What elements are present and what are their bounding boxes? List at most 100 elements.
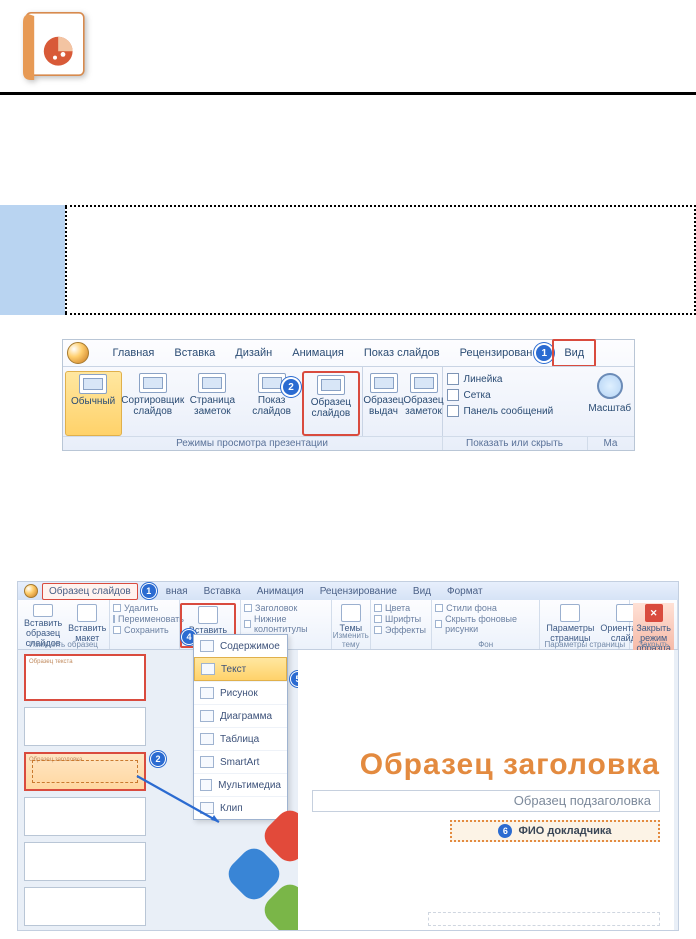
checkbox-icon (435, 620, 442, 628)
group-title-theme: Изменить тему (332, 631, 370, 649)
tab-review[interactable]: Рецензирование (314, 584, 403, 599)
btn-normal-view[interactable]: Обычный (65, 371, 122, 436)
placeholder-icon (198, 606, 218, 624)
slide-icon (79, 374, 107, 394)
thumbnail-master[interactable]: Образец текста (24, 654, 146, 701)
slide-subtitle-placeholder[interactable]: Образец подзаголовка (312, 790, 660, 812)
slideshow-icon (258, 373, 286, 393)
checkbox-icon (447, 373, 459, 385)
opt-bg-styles[interactable]: Стили фона (435, 603, 536, 613)
tab-slide-master[interactable]: Образец слайдов (42, 583, 138, 600)
dropdown-item-text[interactable]: Текст (194, 657, 287, 681)
tab-format[interactable]: Формат (441, 584, 489, 599)
group-edit-master: Вставить образец слайдов Вставить макет … (18, 600, 110, 649)
btn-themes[interactable]: Темы (335, 603, 367, 634)
page-header (0, 0, 696, 95)
group-title-zoom: Ма (588, 437, 634, 450)
slide-edit-area: Образец заголовка Образец подзаголовка 6… (298, 650, 674, 930)
group-title-edit: Изменить образец (18, 640, 109, 649)
chart-icon (200, 710, 214, 722)
tab-insert[interactable]: Вставка (164, 341, 225, 365)
page-icon (560, 604, 580, 622)
effects-icon (374, 626, 382, 634)
slide-title-placeholder[interactable]: Образец заголовка (360, 748, 660, 782)
tab-animation[interactable]: Анимация (251, 584, 310, 599)
group-titles: Режимы просмотра презентации Показать ил… (63, 436, 634, 450)
group-show-hide: Линейка Сетка Панель сообщений (443, 367, 587, 436)
note-dotted-box (65, 205, 696, 315)
tab-review[interactable]: Рецензирован (450, 341, 543, 365)
paint-icon (435, 604, 443, 612)
slide-icon (33, 604, 53, 617)
tab-view[interactable]: Вид (407, 584, 437, 599)
note-block (0, 205, 696, 315)
thumbnail-layout[interactable] (24, 887, 146, 926)
dropdown-item-picture[interactable]: Рисунок (194, 681, 287, 704)
check-grid[interactable]: Сетка (447, 389, 583, 401)
btn-slide-sorter[interactable]: Сортировщик слайдов (124, 371, 182, 436)
opt-fonts[interactable]: Шрифты (374, 614, 428, 624)
picture-icon (200, 687, 214, 699)
dropdown-item-content[interactable]: Содержимое (194, 635, 287, 657)
callout-2: 2 (151, 752, 165, 766)
opt-colors[interactable]: Цвета (374, 603, 428, 613)
arrow-connector (133, 772, 229, 832)
ribbon-view-screenshot: Главная Вставка Дизайн Анимация Показ сл… (62, 339, 635, 451)
table-icon (200, 733, 214, 745)
opt-save[interactable]: Сохранить (113, 625, 176, 635)
office-button-icon[interactable] (67, 342, 89, 364)
btn-slide-master[interactable]: Образец слайдов (302, 371, 359, 436)
thumbnail-layout-selected[interactable]: Образец заголовка (24, 752, 146, 791)
tab-slideshow[interactable]: Показ слайдов (354, 341, 450, 365)
group-background: Стили фона Скрыть фоновые рисунки Фон (432, 600, 540, 649)
office-button-icon[interactable] (24, 584, 38, 598)
text-icon (201, 663, 215, 675)
check-footer[interactable]: Нижние колонтитулы (244, 614, 328, 634)
tab-home[interactable]: Главная (103, 341, 165, 365)
dropdown-item-smartart[interactable]: SmartArt (194, 750, 287, 773)
btn-notes-page[interactable]: Страница заметок (184, 371, 241, 436)
tab-animation[interactable]: Анимация (282, 341, 354, 365)
group-presentation-views: Обычный Сортировщик слайдов Страница зам… (63, 367, 363, 436)
smartart-icon (200, 756, 214, 768)
opt-rename[interactable]: Переименовать (113, 614, 176, 624)
master-ribbon-body: Вставить образец слайдов Вставить макет … (18, 600, 678, 650)
group-masters-extra: Образец выдач Образец заметок (363, 367, 443, 436)
tab-home-partial[interactable]: вная (160, 584, 194, 599)
group-zoom: Масштаб (586, 367, 633, 436)
tab-insert[interactable]: Вставка (198, 584, 247, 599)
close-icon: ✕ (645, 604, 663, 622)
thumbnail-layout[interactable] (24, 842, 146, 881)
group-themes: Темы Изменить тему (332, 600, 371, 649)
ribbon-tabs: Главная Вставка Дизайн Анимация Показ сл… (103, 340, 634, 366)
thumbnail-layout[interactable] (24, 707, 146, 746)
dropdown-item-table[interactable]: Таблица (194, 727, 287, 750)
btn-notes-master[interactable]: Образец заметок (405, 371, 443, 436)
tab-view[interactable]: Вид (552, 339, 596, 367)
magnifier-icon[interactable] (597, 373, 623, 399)
checkbox-icon (244, 604, 252, 612)
btn-slideshow[interactable]: Показ слайдов 2 (243, 371, 300, 436)
check-ruler[interactable]: Линейка (447, 373, 583, 385)
group-title-page: Параметры страницы (540, 640, 629, 649)
colors-icon (374, 604, 382, 612)
dropdown-item-chart[interactable]: Диаграмма (194, 704, 287, 727)
check-msgpanel[interactable]: Панель сообщений (447, 405, 583, 417)
thumbnail-layout[interactable] (24, 797, 146, 836)
check-hide-bg[interactable]: Скрыть фоновые рисунки (435, 614, 536, 634)
opt-delete[interactable]: Удалить (113, 603, 176, 613)
sorter-icon (139, 373, 167, 393)
notes-master-icon (410, 373, 438, 393)
group-theme-options: Цвета Шрифты Эффекты (371, 600, 432, 649)
opt-effects[interactable]: Эффекты (374, 625, 428, 635)
slide-footer-placeholder[interactable] (428, 912, 660, 926)
slide-presenter-placeholder[interactable]: 6 ФИО докладчика (450, 820, 660, 842)
slide-master-screenshot: Образец слайдов 1 вная Вставка Анимация … (17, 581, 679, 931)
checkbox-icon (244, 620, 251, 628)
btn-handout-master[interactable]: Образец выдач (365, 371, 403, 436)
rename-icon (113, 615, 115, 623)
tab-design[interactable]: Дизайн (225, 341, 282, 365)
callout-2: 2 (283, 379, 299, 395)
check-title[interactable]: Заголовок (244, 603, 328, 613)
handout-icon (370, 373, 398, 393)
